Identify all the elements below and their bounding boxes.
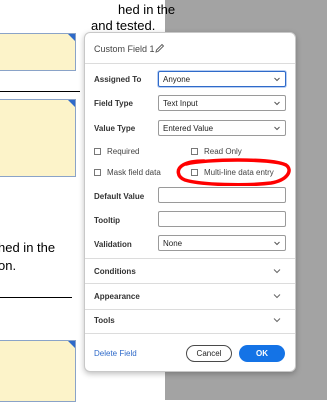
chevron-down-icon[interactable] [273, 267, 281, 275]
validation-value: None [163, 239, 183, 248]
cancel-button[interactable]: Cancel [186, 345, 232, 362]
doc-underline [0, 297, 72, 298]
value-type-value: Entered Value [163, 124, 214, 133]
mask-field-data-checkbox-row[interactable]: Mask field data [94, 168, 161, 177]
field-corner-marker [68, 341, 75, 348]
value-type-select[interactable]: Entered Value [158, 120, 286, 136]
section-appearance[interactable]: Appearance [94, 292, 140, 301]
field-type-value: Text Input [163, 99, 198, 108]
mask-field-data-label: Mask field data [107, 168, 161, 177]
doc-text-line: hed in the [118, 2, 176, 17]
field-corner-marker [68, 100, 75, 107]
read-only-label: Read Only [204, 147, 242, 156]
chevron-down-icon [274, 241, 280, 246]
validation-select[interactable]: None [158, 235, 286, 251]
required-checkbox-row[interactable]: Required [94, 147, 139, 156]
required-checkbox[interactable] [94, 148, 101, 155]
default-value-input[interactable] [158, 187, 286, 203]
doc-text-line: hed in the [0, 240, 56, 255]
panel-divider [85, 63, 295, 64]
read-only-checkbox-row[interactable]: Read Only [191, 147, 242, 156]
form-field-box[interactable] [0, 340, 76, 402]
chevron-down-icon[interactable] [273, 292, 281, 300]
field-corner-marker [68, 34, 75, 41]
mask-field-data-checkbox[interactable] [94, 169, 101, 176]
ok-button[interactable]: OK [239, 345, 285, 362]
field-type-select[interactable]: Text Input [158, 95, 286, 111]
required-label: Required [107, 147, 140, 156]
tooltip-input[interactable] [158, 211, 286, 227]
panel-divider [85, 258, 295, 259]
custom-field-properties-panel: Custom Field 1 Assigned To Anyone Field … [84, 32, 296, 372]
assigned-to-label: Assigned To [94, 75, 142, 84]
red-annotation-circle [176, 158, 291, 186]
assigned-to-value: Anyone [163, 75, 191, 84]
panel-divider [85, 283, 295, 284]
chevron-down-icon[interactable] [273, 316, 281, 324]
delete-field-link[interactable]: Delete Field [94, 349, 137, 358]
value-type-label: Value Type [94, 124, 136, 133]
section-conditions[interactable]: Conditions [94, 267, 136, 276]
chevron-down-icon [274, 77, 280, 82]
form-field-box[interactable] [0, 99, 76, 177]
doc-text-line: on. [0, 258, 17, 273]
validation-label: Validation [94, 240, 132, 249]
panel-title: Custom Field 1 [94, 44, 155, 54]
field-type-label: Field Type [94, 99, 133, 108]
pencil-icon[interactable] [155, 43, 165, 53]
assigned-to-select[interactable]: Anyone [158, 71, 286, 87]
panel-divider [85, 309, 295, 310]
chevron-down-icon [274, 126, 280, 131]
panel-divider [85, 333, 295, 334]
chevron-down-icon [274, 101, 280, 106]
doc-text-line: and tested. [91, 18, 156, 33]
section-tools[interactable]: Tools [94, 316, 115, 325]
read-only-checkbox[interactable] [191, 148, 198, 155]
doc-divider [0, 91, 80, 92]
form-field-box[interactable] [0, 33, 76, 71]
default-value-label: Default Value [94, 192, 145, 201]
tooltip-label: Tooltip [94, 216, 121, 225]
